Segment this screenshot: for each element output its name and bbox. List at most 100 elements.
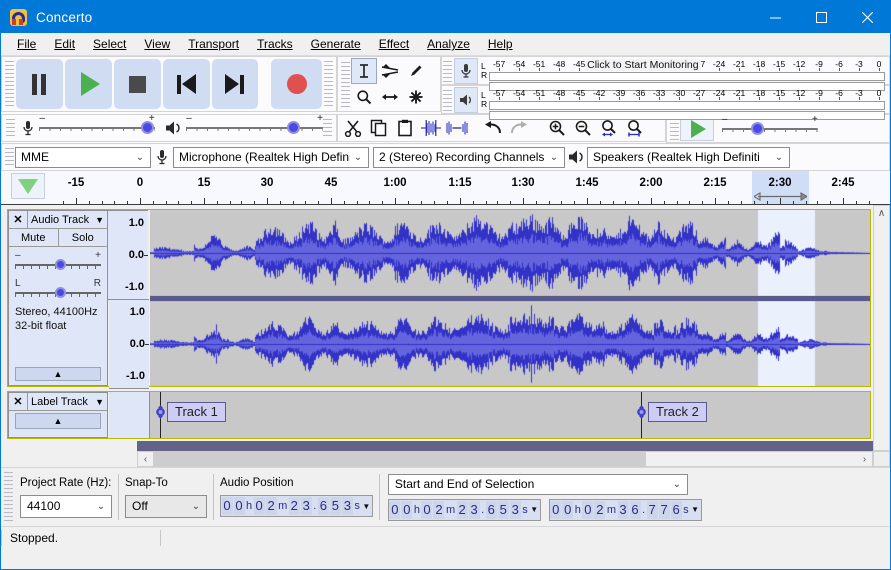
copy-button[interactable] [366,115,392,141]
time-digit[interactable]: 6 [629,500,641,519]
pan-knob[interactable] [54,287,66,298]
transport-toolbar-grip[interactable] [5,59,14,109]
time-unit[interactable]: h [413,501,421,519]
close-icon[interactable] [844,1,890,33]
playback-meter-scale[interactable]: -57 -54 -51 -48 -45 -42 -39 -36 -33 -30 -27 -24 -21-… [489,87,889,120]
recording-meter-toolbar[interactable]: L R -57-54-51-48-45-42-39-36-33-30-27-24… [441,56,890,91]
menu-select[interactable]: Select [84,34,135,54]
input-volume-knob[interactable] [140,121,154,134]
time-unit[interactable]: m [277,497,288,515]
mute-button[interactable]: Mute [9,229,59,246]
time-digit[interactable]: 0 [582,500,594,519]
collapse-up-icon[interactable]: ▲ [15,413,101,429]
menu-effect[interactable]: Effect [370,34,418,54]
label-handle-icon[interactable] [154,405,167,419]
menu-view[interactable]: View [135,34,179,54]
close-track-icon[interactable]: ✕ [9,393,28,410]
zoom-tool-button[interactable] [351,84,377,110]
play-speed-slider[interactable]: – + [721,114,818,141]
mixer-toolbar-grip-right[interactable] [323,117,332,139]
pause-button[interactable] [16,59,63,109]
playback-device-select[interactable]: Speakers (Realtek High Definiti ⌄ [587,146,790,168]
output-volume-knob[interactable] [287,121,301,134]
time-digit[interactable]: 6 [670,500,682,519]
play-button[interactable] [64,59,112,109]
play-speed-knob[interactable] [750,121,764,135]
play-speed-grip[interactable] [669,117,679,140]
label-text[interactable]: Track 1 [167,402,226,422]
selection-toolbar-grip[interactable] [4,470,13,524]
time-digit[interactable]: 2 [265,497,277,515]
timeline-ruler[interactable]: -15 0 15 30 45 1:00 1:15 1:30 1:45 2:00 2:15 2:30 2:… [1,171,890,205]
label-text[interactable]: Track 2 [648,402,707,422]
multi-tool-button[interactable] [403,84,429,110]
time-field-spinner[interactable]: ▼ [529,505,540,514]
time-unit[interactable]: h [245,497,253,515]
playback-meter-grip[interactable] [443,88,452,111]
envelope-tool-button[interactable] [377,58,403,84]
cut-button[interactable] [340,115,366,141]
time-unit[interactable]: . [641,501,646,519]
menu-tracks[interactable]: Tracks [248,34,302,54]
time-digit[interactable]: 7 [658,500,670,519]
recording-channels-select[interactable]: 2 (Stereo) Recording Channels ⌄ [373,146,565,168]
time-digit[interactable]: 7 [646,500,658,519]
scroll-right-arrow[interactable]: › [857,454,872,465]
recording-device-select[interactable]: Microphone (Realtek High Defini ⌄ [173,146,369,168]
time-unit[interactable]: s [353,497,361,515]
audio-host-select[interactable]: MME ⌄ [15,146,151,168]
time-digit[interactable]: 5 [497,500,509,519]
label-track-canvas[interactable]: Track 1 Track 2 [150,392,870,438]
time-digit[interactable]: 6 [485,500,497,519]
time-digit[interactable]: 0 [233,497,245,515]
time-unit[interactable]: . [312,497,317,515]
close-track-icon[interactable]: ✕ [9,211,28,228]
pan-slider[interactable]: L R [15,278,101,300]
selection-start-field[interactable]: 0 0 h 0 2 m 2 3. 6 5 3 s ▼ [387,498,541,521]
maximize-icon[interactable] [798,1,844,33]
click-to-start-monitoring-label[interactable]: Click to Start Monitoring [585,58,701,71]
tools-toolbar-grip[interactable] [341,60,350,108]
skip-to-end-button[interactable] [211,59,259,109]
selection-tool-button[interactable] [351,58,377,84]
time-field-spinner[interactable]: ▼ [690,505,701,514]
time-digit[interactable]: 3 [509,500,521,519]
time-digit[interactable]: 2 [288,497,300,515]
time-digit[interactable]: 2 [456,500,468,519]
time-unit[interactable]: h [574,501,582,519]
collapse-up-icon[interactable]: ▲ [15,367,101,381]
empty-track-area[interactable] [137,441,873,451]
label-track-menu[interactable]: Label Track ▼ [28,393,107,410]
menu-edit[interactable]: Edit [45,34,84,54]
time-unit[interactable]: s [521,501,529,519]
selection-mode-select[interactable]: Start and End of Selection ⌄ [387,473,688,495]
label-handle-icon[interactable] [635,405,648,419]
mixer-toolbar-grip[interactable] [6,117,15,139]
time-digit[interactable]: 5 [329,497,341,515]
stop-button[interactable] [113,59,161,109]
skip-to-start-button[interactable] [162,59,210,109]
minimize-icon[interactable] [752,1,798,33]
waveform-display[interactable] [150,210,870,386]
gain-slider[interactable]: – + [15,250,101,272]
scroll-left-arrow[interactable]: ‹ [138,454,153,465]
time-unit[interactable]: m [445,501,456,519]
time-digit[interactable]: 3 [617,500,629,519]
scroll-up-arrow[interactable]: ∧ [874,206,889,221]
time-digit[interactable]: 0 [421,500,433,519]
recording-meter-grip[interactable] [443,59,452,82]
time-digit[interactable]: 0 [401,500,413,519]
hscroll-track[interactable] [153,452,857,466]
ruler-selection-drag-handle[interactable] [754,191,807,202]
draw-tool-button[interactable] [403,58,429,84]
time-digit[interactable]: 3 [468,500,480,519]
horizontal-scrollbar[interactable]: ‹ › [137,451,873,467]
menu-analyze[interactable]: Analyze [418,34,479,54]
menu-file[interactable]: File [8,34,45,54]
list-item[interactable]: Track 1 [154,402,226,422]
audio-position-field[interactable]: 0 0 h 0 2 m 2 3. 6 5 3 s ▼ [220,495,373,517]
hscroll-thumb[interactable] [153,452,646,466]
trim-audio-button[interactable] [418,115,444,141]
menu-generate[interactable]: Generate [302,34,370,54]
solo-button[interactable]: Solo [58,229,107,246]
